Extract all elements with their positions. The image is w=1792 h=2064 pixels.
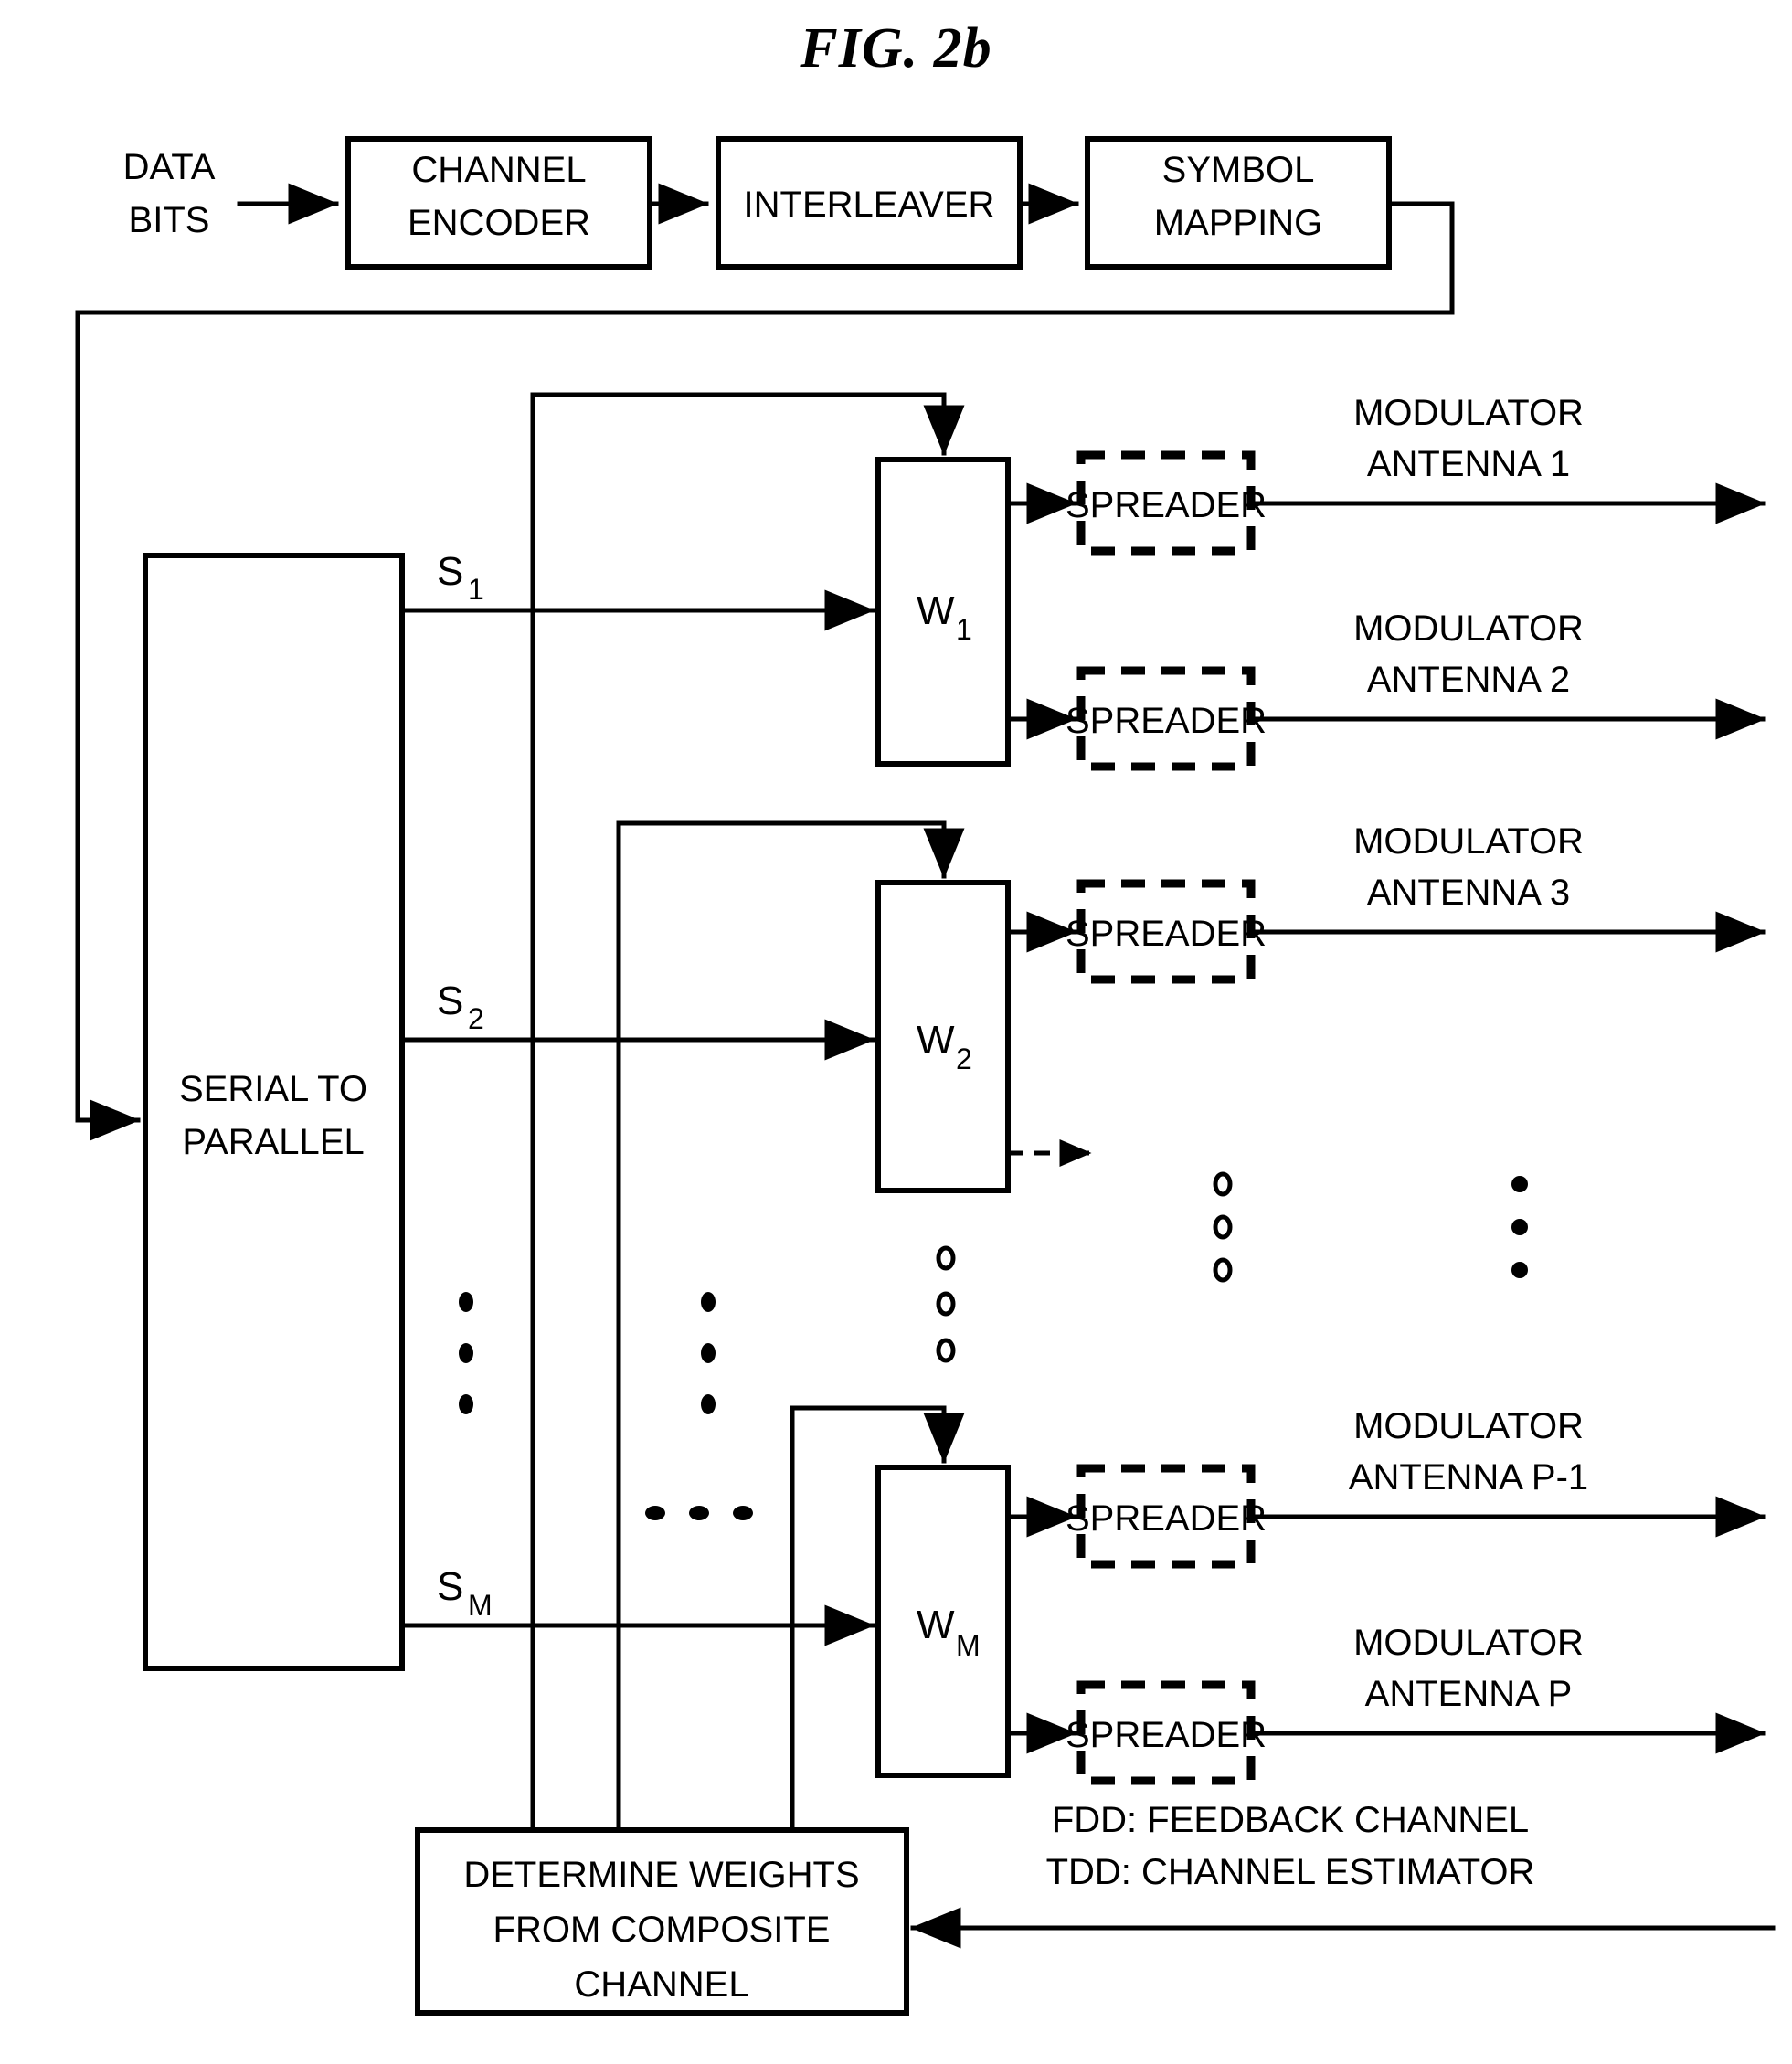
ellipsis-antennas-vertical (1511, 1176, 1528, 1278)
signal-sm-index: M (468, 1589, 493, 1622)
channel-encoder-label-line1: CHANNEL (411, 150, 586, 190)
signal-s2-index: 2 (468, 1002, 484, 1035)
weight-wm-base: W (917, 1603, 955, 1647)
interleaver-label: INTERLEAVER (744, 185, 995, 225)
serial-to-parallel-box[interactable] (143, 553, 405, 1671)
symbol-mapping-label-line1: SYMBOL (1162, 150, 1315, 190)
determine-weights-label-line1: DETERMINE WEIGHTS (463, 1855, 859, 1895)
serial-to-parallel-label-line2: PARALLEL (182, 1122, 364, 1162)
determine-weights-label-line3: CHANNEL (574, 1964, 748, 2005)
ellipsis-horizontal (645, 1506, 753, 1520)
spreader-3-label: SPREADER (1066, 914, 1267, 954)
weight-w2-index: 2 (956, 1043, 972, 1075)
signal-s1-index: 1 (468, 573, 484, 606)
data-bits-label-line1: DATA (123, 147, 216, 187)
fdd-note-label: FDD: FEEDBACK CHANNEL (1052, 1800, 1529, 1840)
weight-w2-base: W (917, 1018, 955, 1063)
antenna-pm1-label-line1: MODULATOR (1353, 1406, 1584, 1446)
ellipsis-signals-vertical (459, 1292, 473, 1414)
antenna-p-label-line1: MODULATOR (1353, 1623, 1584, 1663)
ellipsis-weights-vertical (936, 1245, 956, 1363)
determine-weights-label-line2: FROM COMPOSITE (493, 1910, 831, 1950)
symbol-mapping-label-line2: MAPPING (1154, 203, 1322, 243)
antenna-2-label-line1: MODULATOR (1353, 609, 1584, 649)
signal-sm-base: S (437, 1564, 463, 1609)
antenna-1-label-line2: ANTENNA 1 (1367, 444, 1570, 484)
spreader-1-label: SPREADER (1066, 485, 1267, 525)
ellipsis-spreaders-vertical (1213, 1171, 1233, 1283)
block-diagram-canvas: DATA BITS CHANNEL ENCODER INTERLEAVER SY… (75, 136, 1776, 2016)
weight-w1-base: W (917, 588, 955, 633)
signal-s1-base: S (437, 549, 463, 594)
channel-encoder-label-line2: ENCODER (408, 203, 590, 243)
antenna-pm1-label-line2: ANTENNA P-1 (1349, 1457, 1588, 1498)
spreader-p-label: SPREADER (1066, 1715, 1267, 1755)
weight-wm-index: M (956, 1629, 981, 1662)
antenna-p-label-line2: ANTENNA P (1365, 1674, 1573, 1714)
tdd-note-label: TDD: CHANNEL ESTIMATOR (1046, 1852, 1535, 1892)
spreader-2-label: SPREADER (1066, 701, 1267, 741)
ellipsis-middle-vertical (701, 1292, 716, 1414)
data-bits-label-line2: BITS (129, 200, 210, 240)
serial-to-parallel-label-line1: SERIAL TO (179, 1069, 367, 1109)
weight-w1-index: 1 (956, 613, 972, 646)
antenna-1-label-line1: MODULATOR (1353, 393, 1584, 433)
antenna-3-label-line2: ANTENNA 3 (1367, 873, 1570, 913)
figure-page: FIG. 2b DATA BITS CHANNEL ENCODER INTERL… (0, 0, 1792, 2064)
antenna-2-label-line2: ANTENNA 2 (1367, 660, 1570, 700)
signal-s2-base: S (437, 979, 463, 1023)
spreader-pm1-label: SPREADER (1066, 1498, 1267, 1539)
antenna-3-label-line1: MODULATOR (1353, 821, 1584, 862)
